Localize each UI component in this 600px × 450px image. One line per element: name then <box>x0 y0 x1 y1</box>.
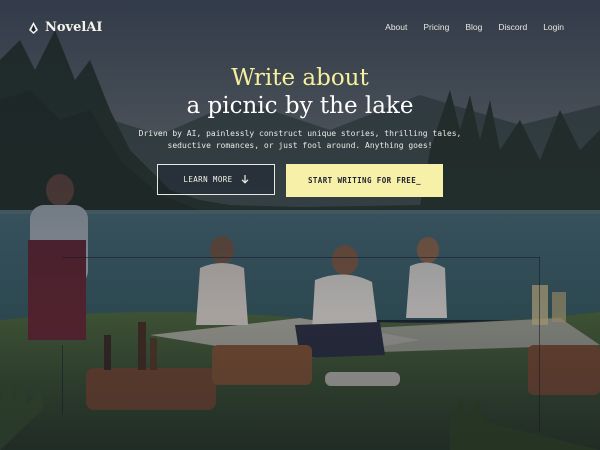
hero-section: Write about a picnic by the lake Driven … <box>0 64 600 152</box>
learn-more-button[interactable]: LEARN MORE <box>157 164 275 195</box>
start-writing-label: START WRITING FOR FREE_ <box>307 176 422 185</box>
hero-subtext: Driven by AI, painlessly construct uniqu… <box>0 128 600 152</box>
brand-logo[interactable]: NovelAI <box>28 20 102 35</box>
decorative-frame-line <box>62 257 540 258</box>
hero-subtext-line: seductive romances, or just fool around.… <box>167 141 433 150</box>
decorative-frame-line <box>539 257 540 432</box>
top-navigation: NovelAI About Pricing Blog Discord Login <box>0 0 600 56</box>
hero-headline: a picnic by the lake <box>186 93 414 119</box>
brand-name: NovelAI <box>45 20 103 35</box>
nav-link-about[interactable]: About <box>385 22 407 32</box>
nav-links: About Pricing Blog Discord Login <box>385 22 564 32</box>
hero-subtext-line: Driven by AI, painlessly construct uniqu… <box>138 129 462 138</box>
quill-icon <box>29 21 38 34</box>
nav-link-blog[interactable]: Blog <box>465 22 482 32</box>
nav-link-discord[interactable]: Discord <box>498 22 527 32</box>
learn-more-label: LEARN MORE <box>183 175 233 184</box>
nav-link-login[interactable]: Login <box>543 22 564 32</box>
arrow-down-icon <box>241 175 249 184</box>
cta-row: LEARN MORE START WRITING FOR FREE_ <box>0 164 600 198</box>
start-writing-button[interactable]: START WRITING FOR FREE_ <box>286 164 443 197</box>
nav-link-pricing[interactable]: Pricing <box>423 22 449 32</box>
hero-headline-accent: Write about <box>231 65 369 91</box>
decorative-frame-line <box>62 345 63 415</box>
